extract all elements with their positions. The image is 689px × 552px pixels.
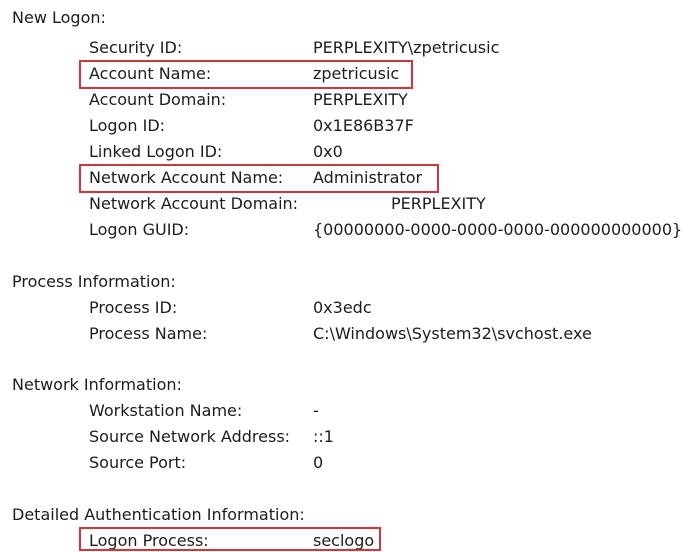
logon-guid-label: Logon GUID: xyxy=(89,220,190,239)
source-port-value: 0 xyxy=(313,453,324,472)
process-name-label: Process Name: xyxy=(89,324,208,343)
process-information-header: Process Information: xyxy=(12,272,176,291)
account-domain-label: Account Domain: xyxy=(89,90,227,109)
network-account-name-highlight-box xyxy=(79,164,439,193)
security-id-label: Security ID: xyxy=(89,38,183,57)
workstation-name-label: Workstation Name: xyxy=(89,401,243,420)
security-id-value: PERPLEXITY\zpetricusic xyxy=(313,38,500,57)
logon-guid-value: {00000000-0000-0000-0000-000000000000} xyxy=(313,220,683,239)
source-network-address-value: ::1 xyxy=(313,427,334,446)
network-account-domain-value: PERPLEXITY xyxy=(391,194,486,213)
process-id-value: 0x3edc xyxy=(313,298,372,317)
network-information-header: Network Information: xyxy=(12,375,182,394)
source-port-label: Source Port: xyxy=(89,453,187,472)
process-id-label: Process ID: xyxy=(89,298,178,317)
network-account-domain-label: Network Account Domain: xyxy=(89,194,299,213)
source-network-address-label: Source Network Address: xyxy=(89,427,291,446)
linked-logon-id-value: 0x0 xyxy=(313,142,343,161)
process-name-value: C:\Windows\System32\svchost.exe xyxy=(313,324,592,343)
workstation-name-value: - xyxy=(313,401,319,420)
logon-id-value: 0x1E86B37F xyxy=(313,116,414,135)
account-name-highlight-box xyxy=(79,60,413,89)
new-logon-header: New Logon: xyxy=(12,8,106,27)
linked-logon-id-label: Linked Logon ID: xyxy=(89,142,223,161)
account-domain-value: PERPLEXITY xyxy=(313,90,408,109)
logon-process-highlight-box xyxy=(79,527,381,551)
logon-id-label: Logon ID: xyxy=(89,116,166,135)
detailed-authentication-header: Detailed Authentication Information: xyxy=(12,505,305,524)
